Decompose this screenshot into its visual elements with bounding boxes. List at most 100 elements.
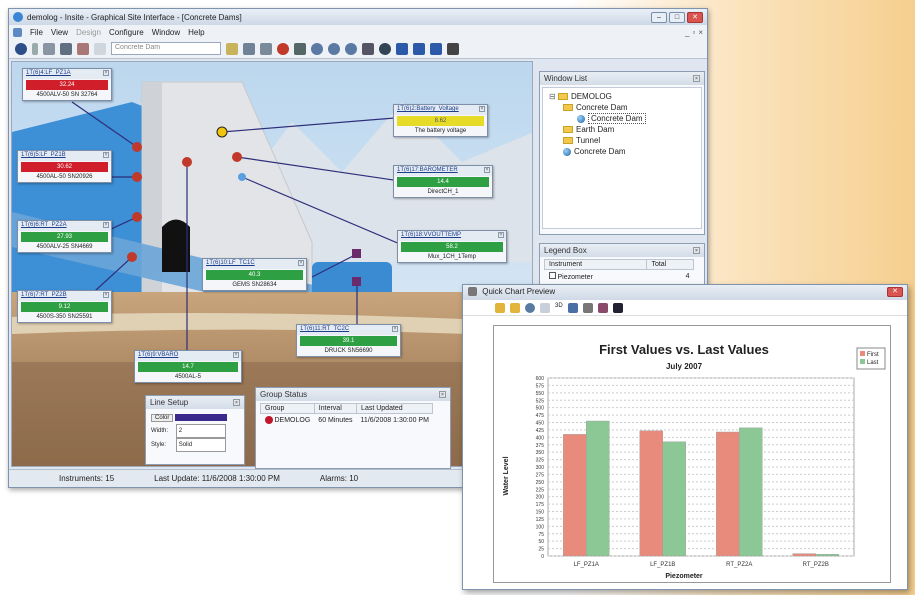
instrument-card[interactable]: 1T(6)9:VBARO × 14.7 4500AL-5	[134, 350, 242, 383]
instrument-title[interactable]: 1T(6)6:RT_PZ2A	[21, 222, 67, 228]
connect-icon[interactable]	[15, 42, 27, 55]
status-last-update: Last Update: 11/6/2008 1:30:00 PM	[154, 474, 280, 483]
menu-view[interactable]: View	[51, 28, 68, 37]
export-icon[interactable]	[447, 42, 459, 55]
instrument-footer: GEMS SN28634	[232, 282, 277, 288]
save-icon[interactable]	[612, 302, 623, 313]
mdi-restore-icon[interactable]: ▫	[692, 28, 695, 37]
instrument-card[interactable]: 1T(6)18:VVOUTTEMP × 58.2 Mux_1CH_1Temp	[397, 230, 507, 263]
search-icon[interactable]	[379, 42, 391, 55]
instrument-title[interactable]: 1T(6)10:LF_TC1C	[206, 260, 255, 266]
bar-first-rt_pz2a	[716, 431, 740, 557]
instrument-footer: 4500ALV-25 SN4669	[36, 244, 93, 250]
maximize-button[interactable]: □	[669, 11, 685, 23]
layout-icon[interactable]	[396, 42, 408, 55]
instrument-title[interactable]: 1T(6)9:VBARO	[138, 352, 178, 358]
export-chart-icon[interactable]	[597, 302, 608, 313]
instrument-card[interactable]: 1T(6)17:BAROMETER × 14.4 DirectCH_1	[393, 165, 493, 198]
card-close-icon[interactable]: ×	[298, 260, 304, 266]
tree-item[interactable]: Tunnel	[549, 135, 695, 146]
instrument-card[interactable]: 1T(6)7:RT_PZ2B × 9.12 4500S-350 SN25591	[17, 290, 112, 323]
style-select[interactable]: Solid	[175, 438, 226, 452]
instrument-card[interactable]: 1T(6)6:RT_PZ2A × 27.93 4500ALV-25 SN4669	[17, 220, 112, 253]
print-chart-icon[interactable]	[582, 302, 593, 313]
instrument-card[interactable]: 1T(6)5:LF_PZ1B × 30.62 4500AL-50 SN20926	[17, 150, 112, 183]
print-icon[interactable]	[243, 42, 255, 55]
instrument-card[interactable]: 1T(6)11:RT_TC2C × 39.1 DRUCK SN56690	[296, 324, 401, 357]
card-close-icon[interactable]: ×	[479, 106, 485, 112]
grid-icon[interactable]	[43, 42, 55, 55]
instrument-title[interactable]: 1T(6)18:VVOUTTEMP	[401, 232, 461, 238]
card-close-icon[interactable]: ×	[103, 222, 109, 228]
width-stepper[interactable]: 2	[175, 424, 226, 438]
tree-item[interactable]: Concrete Dam	[549, 102, 695, 113]
truck-icon[interactable]	[60, 42, 72, 55]
menu-help[interactable]: Help	[188, 28, 204, 37]
instrument-title[interactable]: 1T(6)7:RT_PZ2B	[21, 292, 67, 298]
card-close-icon[interactable]: ×	[103, 152, 109, 158]
instrument-footer: 4500ALV-50 SN 32764	[36, 92, 98, 98]
instrument-title[interactable]: 1T(6)5:LF_PZ1B	[21, 152, 66, 158]
mdi-close-icon[interactable]: ×	[698, 28, 703, 37]
window-list-close-icon[interactable]: ×	[693, 75, 700, 82]
mdi-minimize-icon[interactable]: _	[685, 28, 689, 37]
pin-icon[interactable]	[32, 42, 38, 55]
card-close-icon[interactable]: ×	[392, 326, 398, 332]
tools-icon[interactable]	[362, 42, 374, 55]
alarm-icon[interactable]	[277, 42, 289, 55]
zoom-tool-icon[interactable]	[226, 42, 238, 55]
legend-box-close-icon[interactable]: ×	[693, 247, 700, 254]
card-close-icon[interactable]: ×	[103, 70, 109, 76]
tree-item[interactable]: Concrete Dam	[549, 146, 695, 157]
zoom-fit-icon[interactable]	[345, 42, 357, 55]
axis-icon[interactable]	[567, 302, 578, 313]
page-icon[interactable]	[94, 42, 106, 55]
menu-file[interactable]: File	[30, 28, 43, 37]
close-button[interactable]: ✕	[687, 11, 703, 23]
screen-select[interactable]: Concrete Dam	[111, 42, 221, 55]
table-icon[interactable]	[413, 42, 425, 55]
color-swatch[interactable]	[175, 413, 228, 421]
group-status-close-icon[interactable]: ×	[439, 391, 446, 398]
menu-design[interactable]: Design	[76, 28, 101, 37]
zoom-icon[interactable]	[525, 302, 535, 313]
y-tick-label: 450	[536, 421, 545, 427]
zoom-out-icon[interactable]	[328, 42, 340, 55]
line-setup-close-icon[interactable]: ×	[233, 399, 240, 406]
legend-swatch-first	[860, 351, 865, 356]
copy-icon[interactable]	[540, 302, 550, 313]
instrument-title[interactable]: 1T(6)17:BAROMETER	[397, 167, 458, 173]
minimize-button[interactable]: –	[651, 11, 667, 23]
window-icon[interactable]	[430, 42, 442, 55]
checkbox-icon[interactable]	[548, 272, 556, 279]
refresh-icon[interactable]	[510, 302, 520, 313]
card-close-icon[interactable]: ×	[484, 167, 490, 173]
folder-icon	[563, 104, 573, 112]
lock-icon[interactable]	[77, 42, 89, 55]
card-close-icon[interactable]: ×	[233, 352, 239, 358]
color-button[interactable]: Color	[151, 414, 174, 422]
list-icon[interactable]	[294, 42, 306, 55]
instrument-card[interactable]: 1T(6)10:LF_TC1C × 40.3 GEMS SN28634	[202, 258, 307, 291]
card-close-icon[interactable]: ×	[498, 232, 504, 238]
instrument-card[interactable]: 1T(6)2:Battery_Voltage × 8.62 The battery…	[393, 104, 488, 137]
tree-item-selected[interactable]: Concrete Dam	[549, 113, 695, 124]
y-tick-label: 50	[538, 539, 544, 545]
instrument-title[interactable]: 1T(6)4:LF_PZ1A	[26, 70, 71, 76]
chart-icon[interactable]	[260, 42, 272, 55]
instrument-title[interactable]: 1T(6)11:RT_TC2C	[300, 326, 349, 332]
tree-root[interactable]: ⊟ DEMOLOG	[549, 91, 695, 102]
palette-icon[interactable]	[495, 302, 505, 313]
menu-configure[interactable]: Configure	[109, 28, 144, 37]
instrument-value: 27.93	[21, 232, 108, 242]
card-close-icon[interactable]: ×	[103, 292, 109, 298]
legend-row[interactable]: Piezometer 4	[545, 270, 694, 284]
quick-chart-close-button[interactable]: ✕	[887, 287, 903, 297]
zoom-in-icon[interactable]	[311, 42, 323, 55]
table-row[interactable]: DEMOLOG 60 Minutes 11/6/2008 1:30:00 PM	[261, 414, 433, 427]
instrument-title[interactable]: 1T(6)2:Battery_Voltage	[397, 106, 459, 112]
tree-item[interactable]: Earth Dam	[549, 124, 695, 135]
3d-icon[interactable]: 3D	[555, 303, 563, 313]
instrument-card[interactable]: 1T(6)4:LF_PZ1A × 32.24 4500ALV-50 SN 3276…	[22, 68, 112, 101]
menu-window[interactable]: Window	[152, 28, 180, 37]
